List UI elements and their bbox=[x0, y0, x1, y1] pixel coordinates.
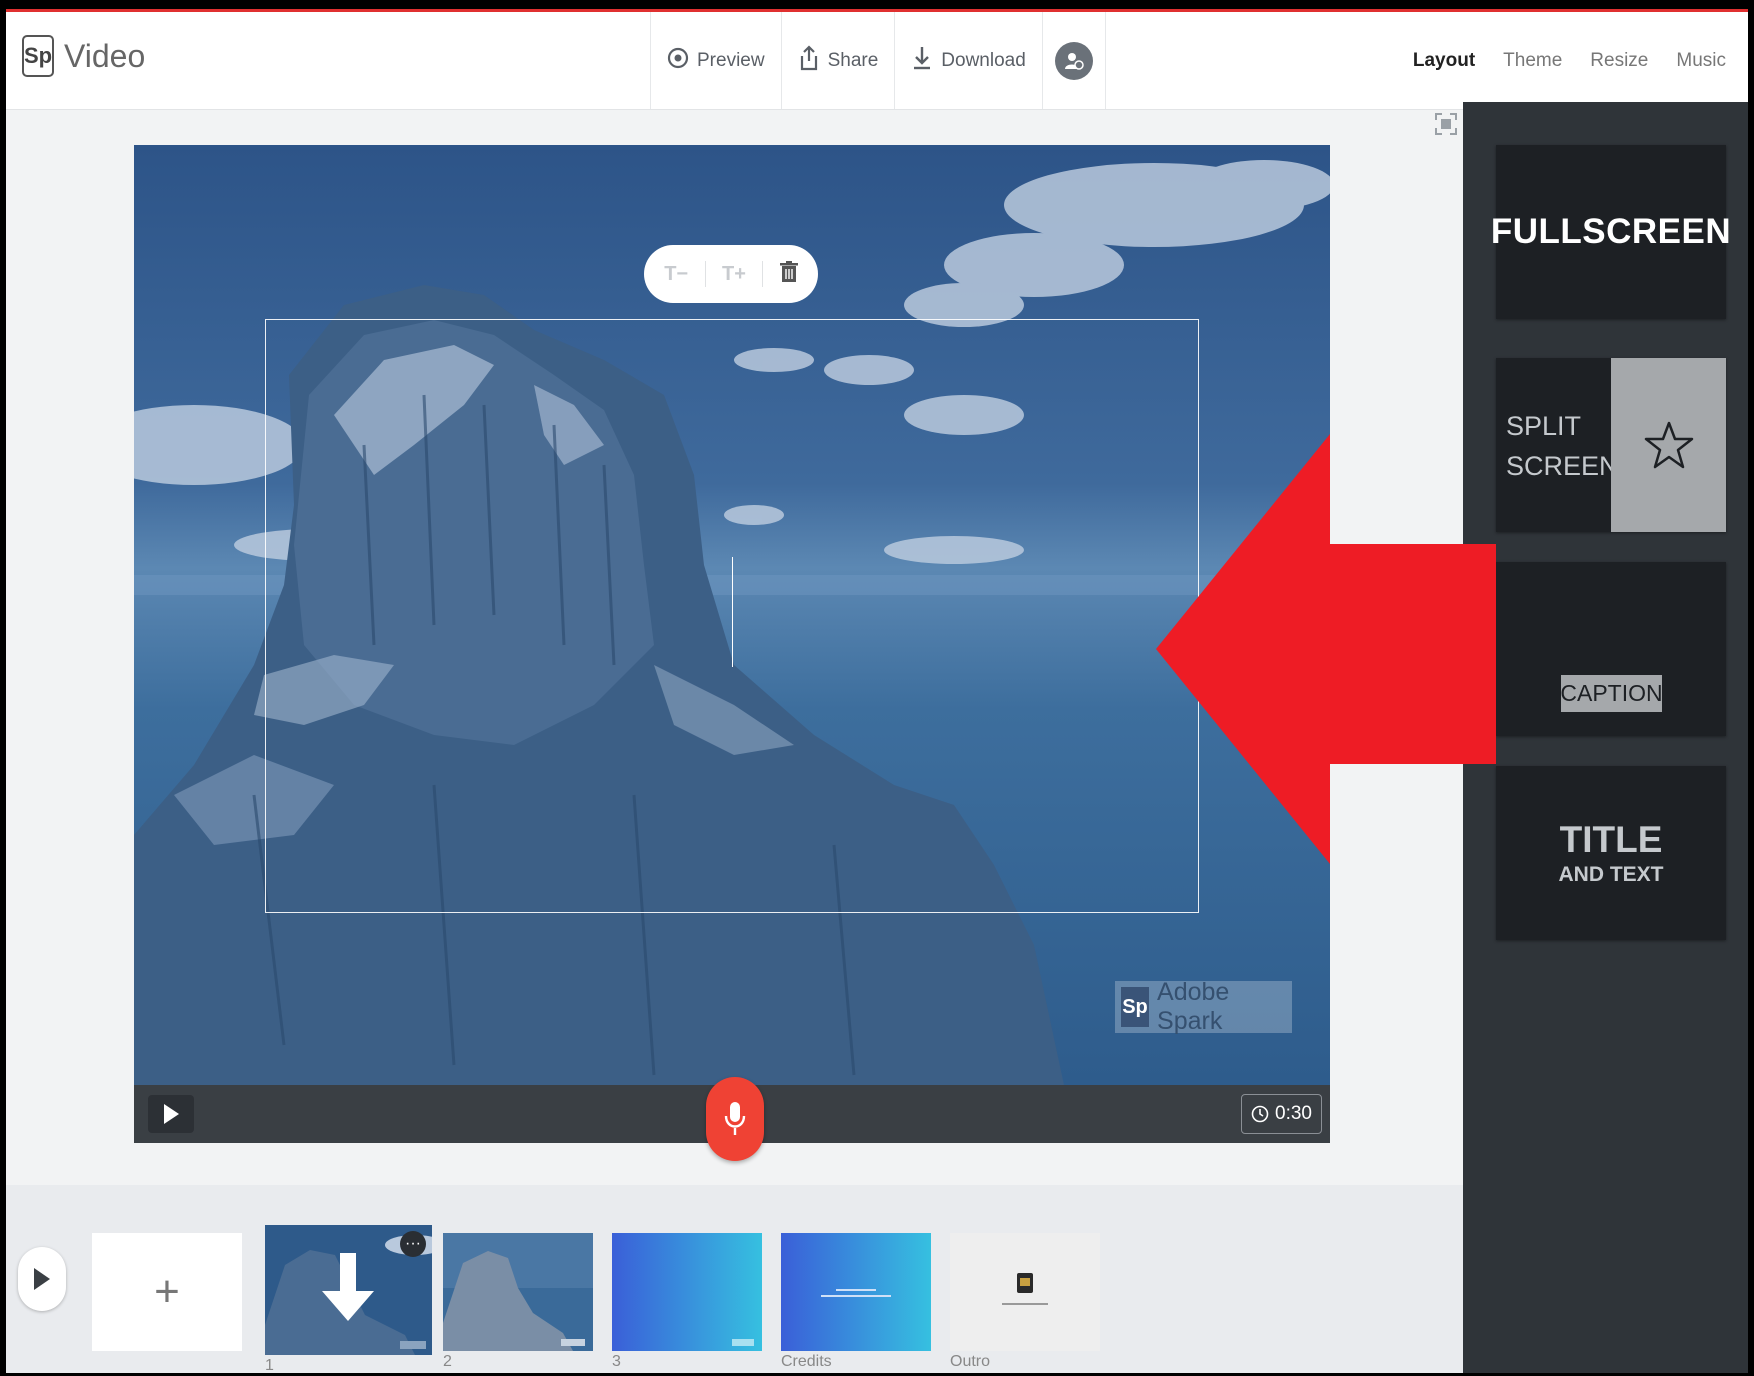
slide-label-outro: Outro bbox=[950, 1353, 991, 1370]
slide-label-credits: Credits bbox=[781, 1353, 832, 1370]
top-nav: Layout Theme Resize Music bbox=[1413, 12, 1726, 109]
nav-layout[interactable]: Layout bbox=[1413, 50, 1475, 72]
slide-2-preview bbox=[443, 1233, 593, 1351]
nav-resize[interactable]: Resize bbox=[1590, 50, 1648, 72]
arrow-down-icon bbox=[322, 1253, 374, 1321]
slide-label-3: 3 bbox=[612, 1353, 621, 1370]
preview-button[interactable]: Preview bbox=[650, 12, 781, 109]
star-icon bbox=[1644, 421, 1693, 469]
duration-value: 0:30 bbox=[1275, 1103, 1312, 1124]
layout-title-sublabel: AND TEXT bbox=[1558, 863, 1664, 886]
split-label-line2: SCREEN bbox=[1506, 451, 1619, 481]
play-button[interactable] bbox=[148, 1095, 194, 1133]
slide-thumbnail-3[interactable]: 3 bbox=[612, 1233, 762, 1370]
layout-split-screen[interactable]: SPLIT SCREEN bbox=[1496, 358, 1726, 532]
layout-title-label: TITLE bbox=[1559, 819, 1663, 860]
toolbar-divider bbox=[704, 261, 706, 287]
layout-title-and-text[interactable]: TITLE AND TEXT bbox=[1496, 766, 1726, 940]
layout-caption-label: CAPTION bbox=[1560, 675, 1663, 712]
share-icon bbox=[798, 44, 820, 77]
watermark-text: Adobe Spark bbox=[1157, 978, 1230, 1035]
more-options-button[interactable]: ··· bbox=[400, 1231, 426, 1257]
play-icon bbox=[34, 1268, 50, 1290]
split-right bbox=[1611, 358, 1726, 532]
slide-3-preview bbox=[612, 1233, 762, 1351]
clock-icon bbox=[1251, 1105, 1269, 1123]
layout-caption[interactable]: CAPTION bbox=[1496, 562, 1726, 736]
slide-thumbnail-credits[interactable]: Credits bbox=[781, 1233, 931, 1370]
download-icon bbox=[911, 45, 933, 77]
toolbar-divider bbox=[762, 261, 764, 287]
layout-panel: FULLSCREEN SPLIT SCREEN CAPTION TITLE AN… bbox=[1463, 102, 1748, 1373]
collaborator-button[interactable] bbox=[1041, 12, 1106, 109]
share-button[interactable]: Share bbox=[780, 12, 895, 109]
nav-theme[interactable]: Theme bbox=[1503, 50, 1562, 72]
split-label-line1: SPLIT bbox=[1506, 411, 1582, 441]
fullscreen-toggle-icon[interactable] bbox=[1434, 112, 1458, 141]
outro-preview bbox=[950, 1233, 1100, 1351]
text-cursor bbox=[732, 557, 733, 667]
slide-timeline: + ··· 1 2 3 Credits Outro bbox=[6, 1185, 1463, 1373]
text-decrease-button[interactable]: T− bbox=[664, 263, 688, 286]
timeline-play-button[interactable] bbox=[18, 1247, 66, 1311]
add-collaborator-icon bbox=[1054, 41, 1093, 80]
adobe-spark-watermark: Sp Adobe Spark bbox=[1115, 978, 1292, 1035]
slide-label-1: 1 bbox=[265, 1357, 274, 1373]
app-logo[interactable]: Sp Video bbox=[22, 35, 145, 77]
microphone-icon bbox=[724, 1102, 746, 1135]
logo-mark: Sp bbox=[22, 35, 54, 77]
slide-thumbnail-2[interactable]: 2 bbox=[443, 1233, 593, 1370]
add-slide-button[interactable]: + bbox=[92, 1233, 242, 1351]
record-voice-button[interactable] bbox=[706, 1077, 764, 1161]
preview-label: Preview bbox=[697, 49, 765, 71]
eye-icon bbox=[667, 47, 689, 75]
layout-split-label: SPLIT SCREEN bbox=[1506, 406, 1619, 486]
nav-music[interactable]: Music bbox=[1676, 50, 1726, 72]
download-button[interactable]: Download bbox=[894, 12, 1042, 109]
watermark-logo: Sp bbox=[1121, 987, 1150, 1027]
play-icon bbox=[164, 1104, 179, 1124]
layout-fullscreen[interactable]: FULLSCREEN bbox=[1491, 145, 1731, 319]
text-toolbar: T− T+ bbox=[644, 245, 818, 303]
text-increase-button[interactable]: T+ bbox=[722, 263, 746, 286]
header: Sp Video Preview Share Download Layout T… bbox=[6, 12, 1748, 110]
split-left: SPLIT SCREEN bbox=[1496, 358, 1619, 532]
app-window: Sp Video Preview Share Download Layout T… bbox=[6, 9, 1748, 1373]
trash-icon[interactable] bbox=[779, 260, 798, 288]
app-title: Video bbox=[64, 37, 146, 74]
credits-preview bbox=[781, 1233, 931, 1351]
slide-thumbnail-1[interactable]: ··· 1 bbox=[265, 1225, 432, 1373]
header-actions: Preview Share Download bbox=[650, 12, 1106, 109]
slide-thumbnail-outro[interactable]: Outro bbox=[950, 1233, 1100, 1370]
slide-label-2: 2 bbox=[443, 1353, 452, 1370]
share-label: Share bbox=[827, 49, 879, 71]
duration-display[interactable]: 0:30 bbox=[1241, 1094, 1322, 1134]
layout-fullscreen-label: FULLSCREEN bbox=[1490, 212, 1732, 251]
slide-canvas[interactable]: T− T+ Sp Adobe Spark bbox=[134, 145, 1330, 1085]
download-label: Download bbox=[941, 49, 1026, 71]
red-arrow-annotation bbox=[1156, 434, 1496, 864]
